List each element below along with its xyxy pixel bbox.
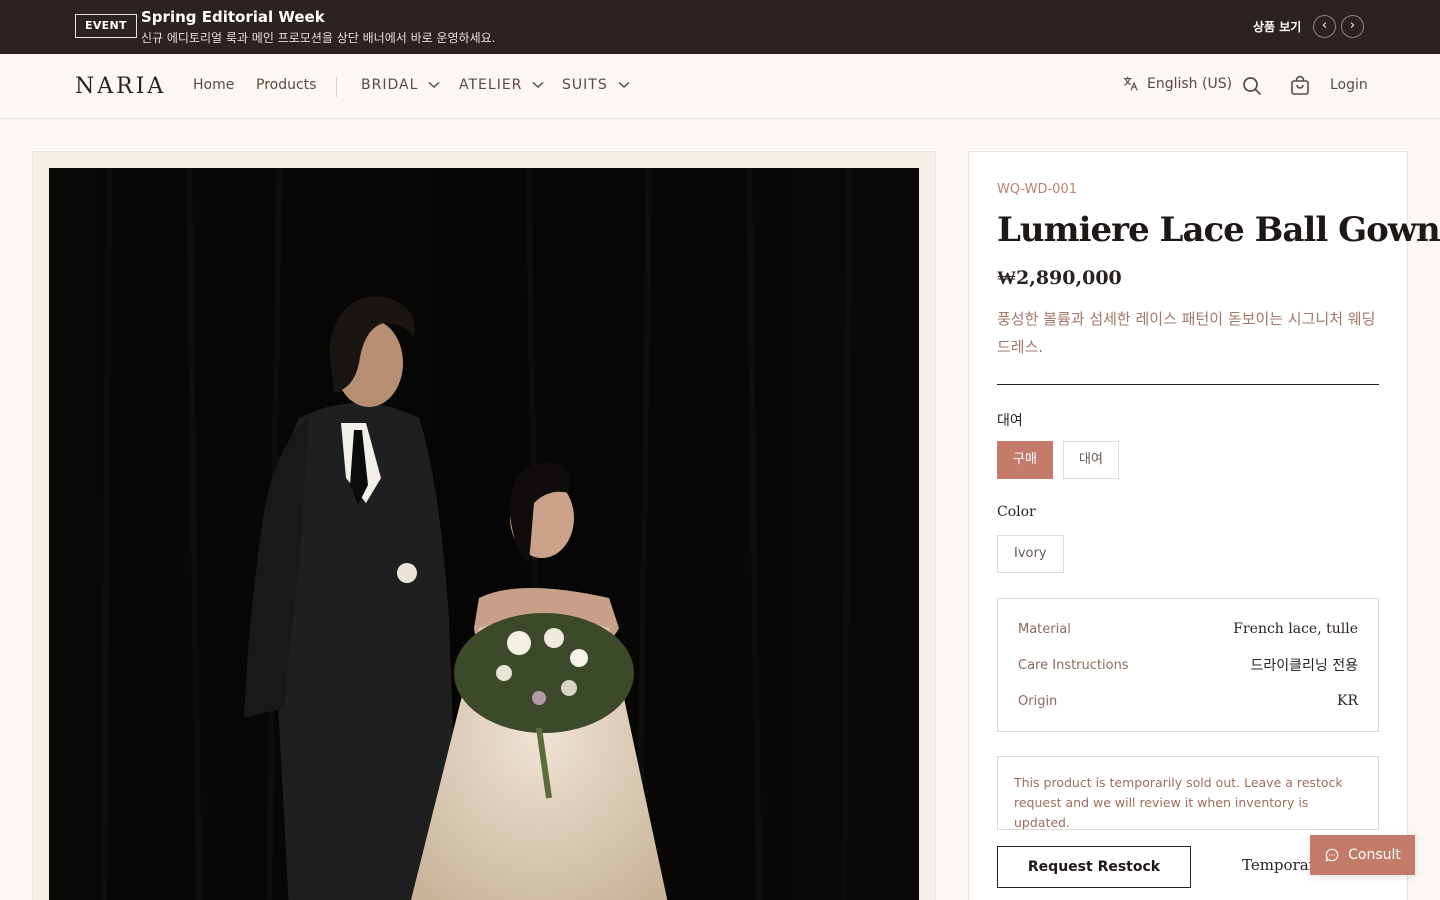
- spec-value: KR: [1337, 693, 1358, 709]
- consult-button[interactable]: Consult: [1310, 835, 1415, 875]
- request-restock-button[interactable]: Request Restock: [997, 846, 1191, 888]
- view-products-link[interactable]: 상품 보기: [1253, 18, 1301, 35]
- product-panel: WQ-WD-001 Lumiere Lace Ball Gown ₩2,890,…: [968, 151, 1440, 900]
- divider: [997, 384, 1379, 385]
- promo-subtitle: 신규 에디토리얼 룩과 메인 프로모션을 상단 배너에서 바로 운영하세요.: [141, 31, 496, 45]
- product-photo[interactable]: [49, 168, 919, 900]
- cart-icon[interactable]: [1288, 74, 1312, 98]
- purchase-type-label: 대여: [997, 413, 1023, 429]
- event-badge: EVENT: [75, 14, 137, 38]
- nav-dropdown-suits[interactable]: SUITS: [562, 77, 630, 93]
- nav-dropdown-atelier[interactable]: ATELIER: [459, 77, 544, 93]
- sold-out-notice: This product is temporarily sold out. Le…: [997, 756, 1379, 830]
- consult-label: Consult: [1348, 847, 1401, 863]
- spec-row: Care Instructions 드라이클리닝 전용: [1018, 655, 1358, 675]
- product-sku: WQ-WD-001: [997, 182, 1077, 197]
- nav-dropdown-label: ATELIER: [459, 77, 523, 93]
- nav-home[interactable]: Home: [193, 77, 234, 93]
- login-link[interactable]: Login: [1330, 77, 1368, 93]
- search-icon[interactable]: [1240, 74, 1264, 98]
- spec-key: Material: [1018, 621, 1071, 637]
- photo-illustration: [49, 168, 919, 900]
- chat-bubble-icon: [1325, 848, 1339, 862]
- nav-dropdown-label: SUITS: [562, 77, 608, 93]
- nav-dropdown-label: BRIDAL: [361, 77, 419, 93]
- status-text: Temporari: [1242, 856, 1321, 874]
- chevron-down-icon: [428, 81, 440, 89]
- nav-products[interactable]: Products: [256, 77, 316, 93]
- chevron-down-icon: [532, 81, 544, 89]
- spec-value: French lace, tulle: [1233, 621, 1358, 637]
- nav-divider: [336, 77, 337, 97]
- product-price: ₩2,890,000: [997, 267, 1122, 289]
- product-gallery: [32, 151, 936, 900]
- spec-row: Origin KR: [1018, 691, 1358, 711]
- chevron-left-icon[interactable]: ‹: [1313, 15, 1336, 38]
- spec-row: Material French lace, tulle: [1018, 619, 1358, 639]
- promo-title[interactable]: Spring Editorial Week: [141, 8, 325, 26]
- option-rent[interactable]: 대여: [1063, 441, 1119, 479]
- chevron-right-icon[interactable]: ›: [1341, 15, 1364, 38]
- spec-table: Material French lace, tulle Care Instruc…: [997, 598, 1379, 732]
- translate-icon: [1123, 76, 1138, 91]
- product-description: 풍성한 볼륨과 섬세한 레이스 패턴이 돋보이는 시그니처 웨딩드레스.: [997, 310, 1376, 356]
- option-buy[interactable]: 구매: [997, 441, 1053, 479]
- main-nav: NARIA Home Products BRIDAL ATELIER SUITS…: [0, 54, 1440, 119]
- logo[interactable]: NARIA: [75, 74, 166, 99]
- language-selector[interactable]: English (US): [1122, 75, 1232, 92]
- spec-value: 드라이클리닝 전용: [1250, 658, 1359, 674]
- spec-key: Origin: [1018, 693, 1058, 709]
- promo-banner: EVENT Spring Editorial Week 신규 에디토리얼 룩과 …: [0, 0, 1440, 54]
- chevron-down-icon: [618, 81, 630, 89]
- nav-dropdown-bridal[interactable]: BRIDAL: [361, 77, 440, 93]
- color-label: Color: [997, 504, 1036, 520]
- product-name: Lumiere Lace Ball Gown: [997, 210, 1440, 250]
- spec-key: Care Instructions: [1018, 657, 1129, 673]
- language-label: English (US): [1147, 75, 1233, 92]
- color-option-ivory[interactable]: Ivory: [997, 535, 1064, 573]
